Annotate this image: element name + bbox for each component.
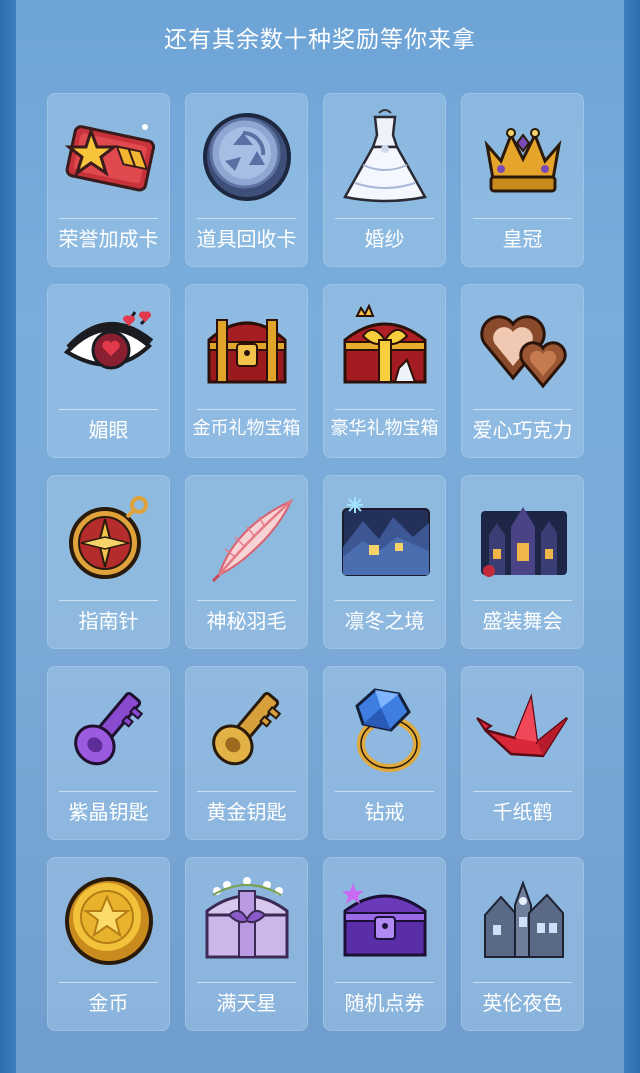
tile-divider — [335, 600, 434, 601]
reward-tile-winter-realm[interactable]: 凛冬之境 — [323, 475, 446, 649]
tile-divider — [473, 600, 572, 601]
gold-treasure-chest-icon — [207, 319, 286, 384]
amethyst-key-icon — [73, 691, 143, 766]
charming-eye-icon — [63, 311, 153, 370]
compass-icon — [68, 496, 148, 579]
reward-label: 爱心巧克力 — [472, 418, 573, 442]
tile-divider — [473, 982, 572, 983]
reward-label: 英伦夜色 — [482, 991, 563, 1015]
reward-label: 皇冠 — [502, 227, 543, 251]
tile-divider — [59, 218, 158, 219]
tile-divider — [335, 982, 434, 983]
reward-tile-recycle-card[interactable]: 道具回收卡 — [185, 93, 308, 267]
wedding-dress-icon — [342, 109, 427, 203]
luxury-treasure-chest-icon — [343, 303, 426, 384]
reward-label: 千纸鹤 — [492, 800, 553, 824]
reward-tile-gold-coin[interactable]: 金币 — [47, 857, 170, 1031]
tile-divider — [335, 791, 434, 792]
page-title: 还有其余数十种奖励等你来拿 — [164, 27, 476, 53]
reward-label: 婚纱 — [364, 227, 405, 251]
reward-tile-honor-card[interactable]: 荣誉加成卡 — [47, 93, 170, 267]
golden-key-icon — [211, 691, 281, 766]
diamond-ring-icon — [354, 688, 421, 772]
reward-grid: 荣誉加成卡 道具回收卡 婚纱 皇冠 媚眼 金币礼物宝箱 豪华礼物宝箱 爱心巧克力… — [47, 93, 584, 1031]
reward-label: 金币 — [88, 991, 129, 1015]
reward-label: 紫晶钥匙 — [68, 800, 149, 824]
tile-divider — [197, 409, 296, 410]
reward-tile-grand-ball[interactable]: 盛装舞会 — [461, 475, 584, 649]
tile-divider — [473, 218, 572, 219]
tile-divider — [335, 409, 434, 410]
reward-label: 凛冬之境 — [344, 609, 425, 633]
reward-label: 钻戒 — [364, 800, 405, 824]
reward-label: 神秘羽毛 — [206, 609, 287, 633]
reward-label: 满天星 — [216, 991, 277, 1015]
reward-tile-charming-eye[interactable]: 媚眼 — [47, 284, 170, 458]
paper-crane-icon — [475, 693, 568, 758]
gold-coin-icon — [64, 877, 153, 965]
reward-tile-diamond-ring[interactable]: 钻戒 — [323, 666, 446, 840]
reward-tile-babys-breath[interactable]: 满天星 — [185, 857, 308, 1031]
tile-divider — [335, 218, 434, 219]
reward-tile-gold-gift-chest[interactable]: 金币礼物宝箱 — [185, 284, 308, 458]
reward-tile-luxury-gift-chest[interactable]: 豪华礼物宝箱 — [323, 284, 446, 458]
reward-label: 媚眼 — [88, 418, 129, 442]
british-night-house-icon — [483, 880, 564, 958]
reward-tile-paper-crane[interactable]: 千纸鹤 — [461, 666, 584, 840]
heart-chocolate-icon — [479, 315, 567, 389]
honor-card-icon — [64, 124, 155, 192]
reward-label: 随机点券 — [344, 991, 425, 1015]
winter-realm-scene-icon — [341, 497, 430, 576]
tile-divider — [197, 791, 296, 792]
tile-divider — [59, 982, 158, 983]
tile-divider — [197, 982, 296, 983]
recycle-coin-icon — [202, 113, 291, 201]
grand-ball-castle-icon — [480, 507, 567, 577]
tile-divider — [59, 409, 158, 410]
reward-tile-mysterious-feather[interactable]: 神秘羽毛 — [185, 475, 308, 649]
random-coupon-chest-icon — [341, 883, 426, 957]
reward-label: 指南针 — [78, 609, 139, 633]
reward-label: 黄金钥匙 — [206, 800, 287, 824]
reward-tile-golden-key[interactable]: 黄金钥匙 — [185, 666, 308, 840]
reward-tile-amethyst-key[interactable]: 紫晶钥匙 — [47, 666, 170, 840]
reward-tile-compass[interactable]: 指南针 — [47, 475, 170, 649]
tile-divider — [59, 600, 158, 601]
reward-tile-british-night[interactable]: 英伦夜色 — [461, 857, 584, 1031]
mysterious-feather-icon — [211, 498, 293, 583]
tile-divider — [59, 791, 158, 792]
tile-divider — [197, 218, 296, 219]
reward-label: 荣誉加成卡 — [58, 227, 159, 251]
babys-breath-chest-icon — [205, 877, 288, 959]
crown-icon — [484, 128, 561, 193]
reward-tile-heart-chocolate[interactable]: 爱心巧克力 — [461, 284, 584, 458]
reward-tile-crown[interactable]: 皇冠 — [461, 93, 584, 267]
reward-label: 道具回收卡 — [196, 227, 297, 251]
tile-divider — [197, 600, 296, 601]
reward-tile-wedding-dress[interactable]: 婚纱 — [323, 93, 446, 267]
reward-label: 盛装舞会 — [482, 609, 563, 633]
reward-label: 金币礼物宝箱 — [192, 418, 301, 439]
tile-divider — [473, 409, 572, 410]
reward-tile-random-coupon[interactable]: 随机点券 — [323, 857, 446, 1031]
tile-divider — [473, 791, 572, 792]
reward-label: 豪华礼物宝箱 — [330, 418, 439, 439]
